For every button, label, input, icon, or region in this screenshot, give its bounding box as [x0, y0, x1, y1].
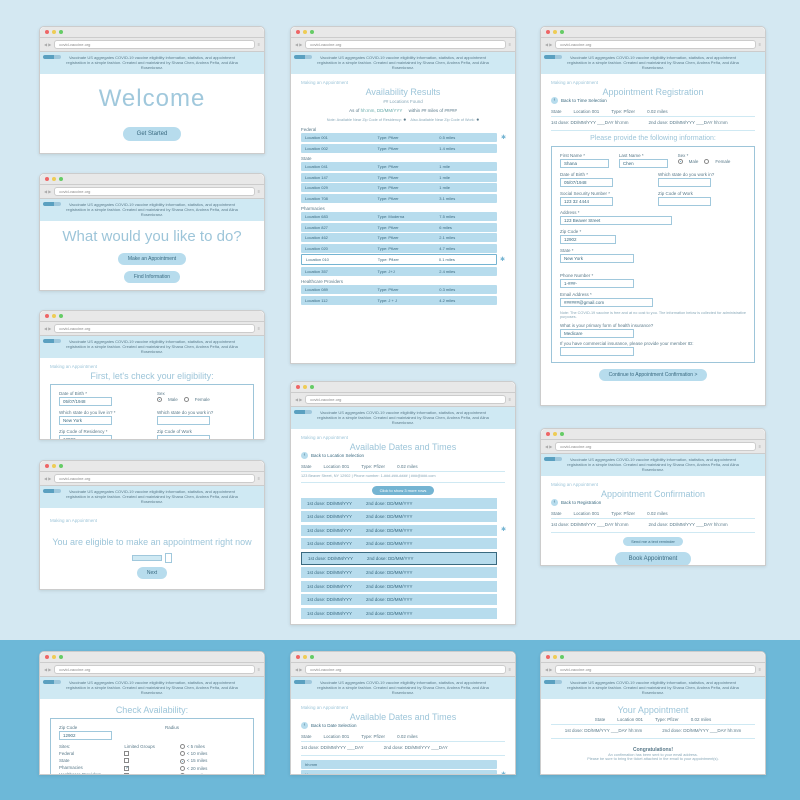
- location-row[interactable]: Location 029Type: Pfizer1 mile: [301, 183, 497, 192]
- location-row[interactable]: Location 357Type: J+J2.4 miles: [301, 267, 497, 276]
- eligible-next-button[interactable]: Next: [137, 567, 167, 579]
- date-row[interactable]: 1st dose: DD/MM/YYY2nd dose: DD/MM/YYY: [301, 552, 497, 565]
- sex-female-radio[interactable]: [184, 397, 189, 402]
- dob-label: Date of Birth *: [59, 391, 147, 396]
- show-more-button[interactable]: Click to show 3 more rows: [372, 486, 435, 495]
- date-row[interactable]: 1st dose: DD/MM/YYY2nd dose: DD/MM/YYY: [301, 594, 497, 605]
- window-availability-results: ◀ ▶covid-vaccine.org≡ Vaccinate US aggre…: [290, 26, 516, 364]
- location-row[interactable]: Location 001Type: Pfizer0.5 miles✱: [301, 133, 497, 142]
- get-started-button[interactable]: Get Started: [123, 127, 182, 141]
- breadcrumb: Making an Appointment: [50, 364, 254, 369]
- eligibility-title: First, let's check your eligibility:: [50, 371, 254, 381]
- welcome-title: Welcome: [99, 85, 206, 113]
- time-row[interactable]: hh:mm: [301, 760, 497, 769]
- window-available-dates: ◀ ▶covid-vaccine.org≡ Vaccinate US aggre…: [290, 381, 516, 625]
- location-row[interactable]: Location 020Type: Pfizer4.7 miles: [301, 244, 497, 253]
- continue-confirmation-button[interactable]: Continue to Appointment Confirmation >: [599, 369, 708, 381]
- location-row[interactable]: Location 827Type: Pfizer6 miles: [301, 223, 497, 232]
- site-banner: Vaccinate US aggregates COVID-19 vaccine…: [40, 52, 264, 74]
- date-row[interactable]: 1st dose: DD/MM/YYY2nd dose: DD/MM/YYY: [301, 581, 497, 592]
- location-row[interactable]: Location 041Type: Pfizer1 mile: [301, 162, 497, 171]
- location-row[interactable]: Location 089Type: Pfizer0.3 miles: [301, 285, 497, 294]
- syringe-icon: [132, 553, 172, 561]
- back-link[interactable]: ‹Back to Registration: [551, 499, 755, 506]
- window-confirmation: ◀ ▶covid-vaccine.org≡ Vaccinate US aggre…: [540, 428, 766, 566]
- book-appointment-button[interactable]: Book Appointment: [615, 552, 692, 565]
- window-welcome: ◀ ▶covid-vaccine.org≡ Vaccinate US aggre…: [39, 26, 265, 154]
- window-check-availability: ◀ ▶covid-vaccine.org≡ Vaccinate US aggre…: [39, 651, 265, 775]
- state-work-input[interactable]: [157, 416, 210, 425]
- insurance-select[interactable]: [560, 329, 634, 338]
- sex-male-radio[interactable]: [157, 397, 162, 402]
- last-name-input[interactable]: [619, 159, 668, 168]
- date-row[interactable]: 1st dose: DD/MM/YYY2nd dose: DD/MM/YYY✱: [301, 525, 497, 536]
- zip-residency-input[interactable]: [59, 435, 112, 439]
- date-row[interactable]: 1st dose: DD/MM/YYY2nd dose: DD/MM/YYY: [301, 498, 497, 509]
- eligibility-form: Date of Birth * Sex MaleFemale Which sta…: [50, 384, 254, 439]
- date-row[interactable]: 1st dose: DD/MM/YYY2nd dose: DD/MM/YYY: [301, 608, 497, 619]
- find-info-button[interactable]: Find Information: [124, 271, 180, 283]
- first-name-input[interactable]: [560, 159, 609, 168]
- window-available-times: ◀ ▶covid-vaccine.org≡ Vaccinate US aggre…: [290, 651, 516, 775]
- zip-input[interactable]: [560, 235, 616, 244]
- date-row[interactable]: 1st dose: DD/MM/YYY2nd dose: DD/MM/YYY: [301, 567, 497, 578]
- date-row[interactable]: 1st dose: DD/MM/YYY2nd dose: DD/MM/YYY: [301, 511, 497, 522]
- radius-radio[interactable]: [180, 766, 185, 771]
- window-choice: ◀ ▶covid-vaccine.org≡ Vaccinate US aggre…: [39, 173, 265, 291]
- location-row[interactable]: Location 462Type: Pfizer2.1 miles: [301, 233, 497, 242]
- back-link[interactable]: ‹Back to Date Selection: [301, 722, 505, 729]
- send-text-button[interactable]: Send me a text reminder: [623, 537, 683, 546]
- sex-label: Sex: [157, 391, 245, 396]
- member-id-input[interactable]: [560, 347, 634, 356]
- addressbar: ◀ ▶covid-vaccine.org≡: [40, 38, 264, 52]
- reg-dob-input[interactable]: [560, 178, 613, 187]
- make-appointment-button[interactable]: Make an Appointment: [118, 253, 186, 265]
- location-row[interactable]: Location 683Type: Moderna7.5 miles: [301, 212, 497, 221]
- date-row[interactable]: 1st dose: DD/MM/YYY2nd dose: DD/MM/YYY: [301, 538, 497, 549]
- back-link[interactable]: ‹Back to Time Selection: [551, 97, 755, 104]
- zip-work-input[interactable]: [157, 435, 210, 439]
- window-eligible-result: ◀ ▶covid-vaccine.org≡ Vaccinate US aggre…: [39, 460, 265, 590]
- address-input[interactable]: [560, 216, 672, 225]
- radius-radio[interactable]: [180, 751, 185, 756]
- location-row[interactable]: Location 147Type: Pfizer1 mile: [301, 173, 497, 182]
- dob-input[interactable]: [59, 397, 112, 406]
- location-row[interactable]: Location 708Type: Pfizer3.1 miles: [301, 194, 497, 203]
- email-input[interactable]: [560, 298, 653, 307]
- back-link[interactable]: ‹Back to Location Selection: [301, 452, 505, 459]
- radius-radio[interactable]: [180, 773, 185, 774]
- radius-radio[interactable]: [180, 744, 185, 749]
- location-row[interactable]: Location 112Type: J + J4.2 miles: [301, 296, 497, 305]
- window-eligibility: ◀ ▶covid-vaccine.org≡ Vaccinate US aggre…: [39, 310, 265, 440]
- choice-title: What would you like to do?: [62, 228, 241, 245]
- location-row[interactable]: Location 010Type: Pfizer0.1 miles✱: [301, 254, 497, 265]
- logo: [43, 55, 61, 59]
- state-select[interactable]: [560, 254, 634, 263]
- avail-zip-input[interactable]: [59, 731, 112, 740]
- time-row[interactable]: hh:mm✱: [301, 770, 497, 774]
- ssn-input[interactable]: [560, 197, 613, 206]
- window-registration: ◀ ▶covid-vaccine.org≡ Vaccinate US aggre…: [540, 26, 766, 406]
- eligible-message: You are eligible to make an appointment …: [52, 537, 251, 547]
- phone-input[interactable]: [560, 279, 634, 288]
- window-your-appointment: ◀ ▶covid-vaccine.org≡ Vaccinate US aggre…: [540, 651, 766, 775]
- state-input[interactable]: [59, 416, 112, 425]
- location-row[interactable]: Location 002Type: Pfizer1.4 miles: [301, 144, 497, 153]
- radius-radio[interactable]: [180, 759, 185, 764]
